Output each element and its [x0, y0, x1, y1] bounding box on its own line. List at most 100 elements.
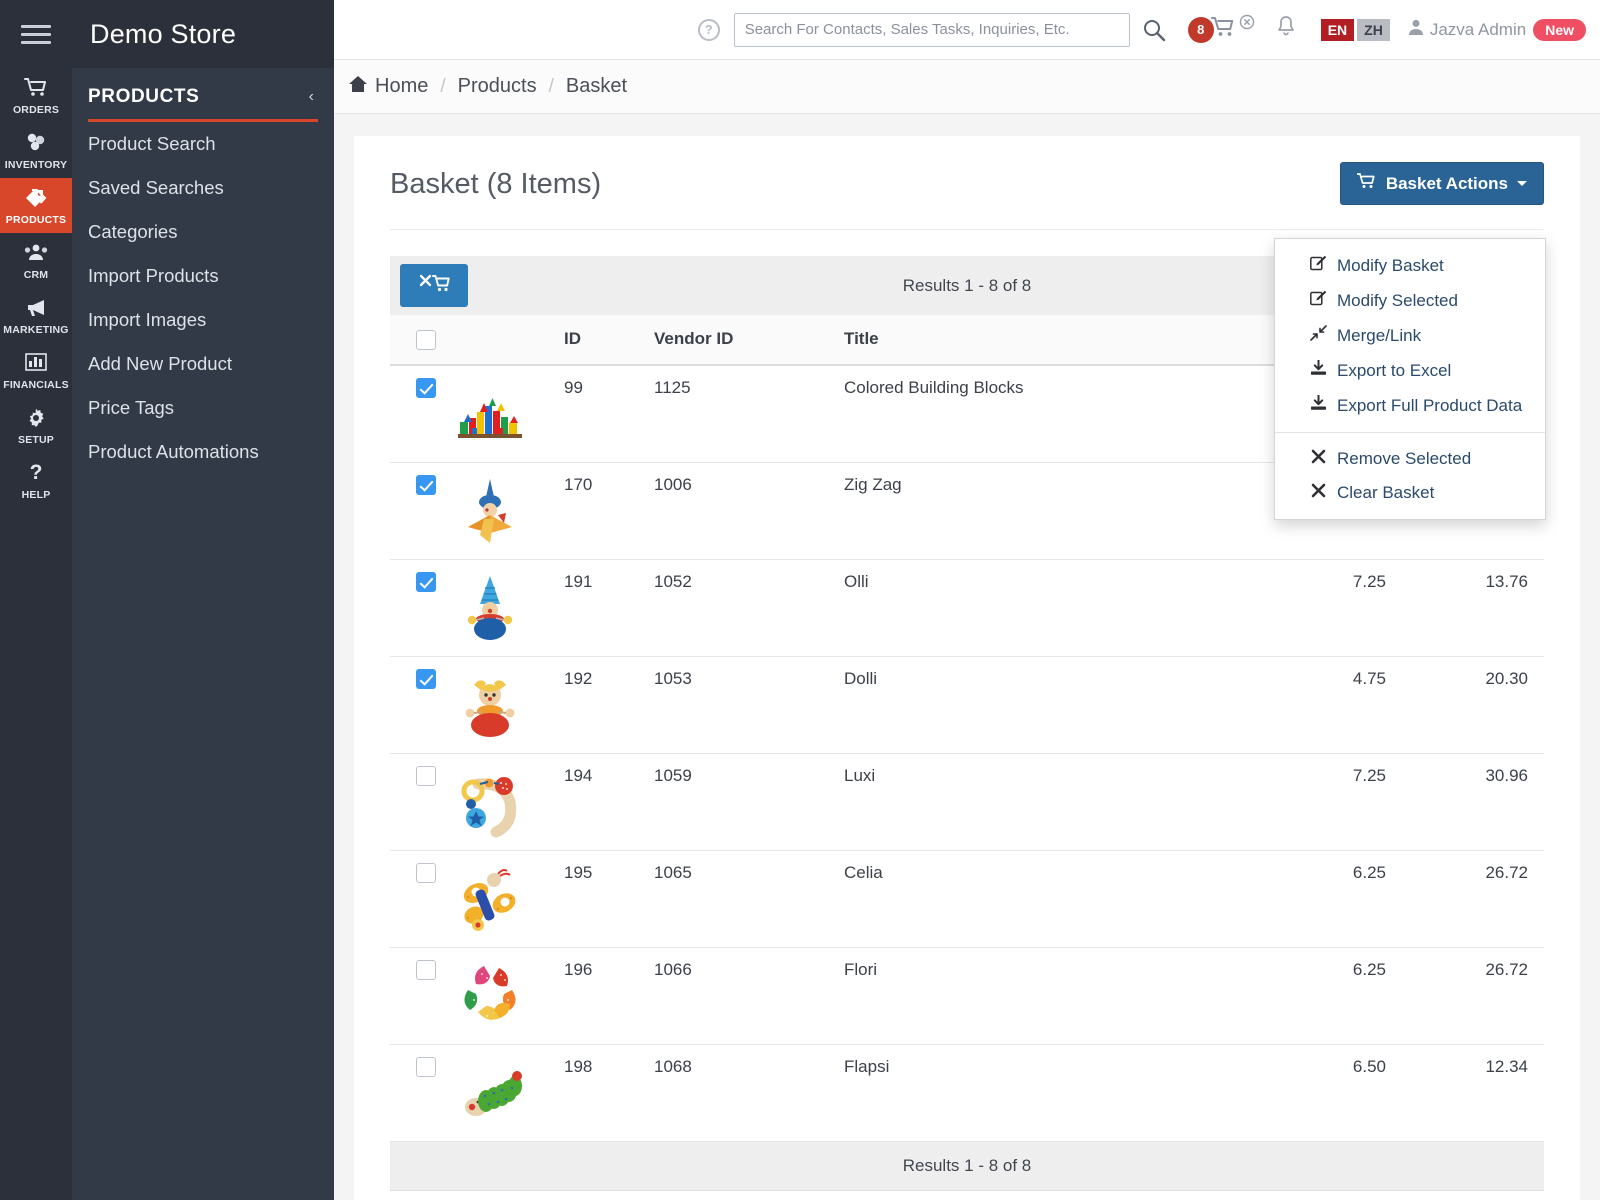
sidebar-item-add-new-product[interactable]: Add New Product: [72, 342, 334, 386]
download-icon: [1309, 395, 1327, 416]
download-icon: [1309, 360, 1327, 381]
row-vendor-id: 1125: [646, 365, 836, 463]
help-icon[interactable]: ?: [698, 19, 720, 41]
chevron-left-icon[interactable]: ‹: [305, 88, 318, 106]
sidebar-item-product-search[interactable]: Product Search: [72, 122, 334, 166]
rail-item-financials[interactable]: FINANCIALS: [0, 343, 72, 398]
breadcrumb-item-basket: Basket: [566, 75, 627, 98]
row-select-cell: [390, 656, 446, 753]
search-icon[interactable]: [1142, 18, 1166, 42]
menu-item-remove-selected[interactable]: Remove Selected: [1275, 442, 1545, 476]
close-x-icon: [1309, 449, 1327, 469]
menu-label: Clear Basket: [1337, 483, 1434, 503]
menu-item-export-full-product-data[interactable]: Export Full Product Data: [1275, 388, 1545, 423]
menu-item-export-to-excel[interactable]: Export to Excel: [1275, 353, 1545, 388]
row-total: 20.30: [1394, 656, 1544, 753]
breadcrumb-item-home[interactable]: Home: [348, 75, 428, 99]
row-checkbox[interactable]: [416, 1057, 436, 1077]
bar-chart-icon: [2, 352, 70, 376]
rail-item-marketing[interactable]: MARKETING: [0, 288, 72, 343]
row-image-cell: [446, 753, 556, 850]
row-title[interactable]: Luxi: [836, 753, 1254, 850]
row-select-cell: [390, 559, 446, 656]
row-id: 192: [556, 656, 646, 753]
rail-label-help: HELP: [2, 489, 70, 501]
row-title[interactable]: Dolli: [836, 656, 1254, 753]
row-checkbox[interactable]: [416, 572, 436, 592]
user-menu[interactable]: Jazva Admin New: [1407, 18, 1586, 41]
row-id: 170: [556, 462, 646, 559]
table-row: 1981068Flapsi6.5012.34: [390, 1044, 1544, 1141]
bell-icon[interactable]: [1275, 15, 1297, 44]
sidebar-item-saved-searches[interactable]: Saved Searches: [72, 166, 334, 210]
cancel-circle-icon[interactable]: [1239, 14, 1255, 33]
row-select-cell: [390, 462, 446, 559]
cart-button[interactable]: 8: [1188, 16, 1255, 44]
sidebar-item-import-images[interactable]: Import Images: [72, 298, 334, 342]
menu-item-modify-selected[interactable]: Modify Selected: [1275, 283, 1545, 318]
select-all-checkbox[interactable]: [416, 330, 436, 350]
rail-item-crm[interactable]: CRM: [0, 233, 72, 288]
shopping-cart-icon: [2, 77, 70, 101]
row-title[interactable]: Olli: [836, 559, 1254, 656]
sidebar-section-title: PRODUCTS: [88, 86, 199, 108]
menu-item-modify-basket[interactable]: Modify Basket: [1275, 248, 1545, 283]
row-checkbox[interactable]: [416, 475, 436, 495]
flori-flower-thumbnail: [454, 960, 548, 1032]
rail-label-inventory: INVENTORY: [2, 159, 70, 171]
home-icon: [348, 75, 368, 99]
rail-label-crm: CRM: [2, 269, 70, 281]
row-checkbox[interactable]: [416, 863, 436, 883]
sidebar-item-import-products[interactable]: Import Products: [72, 254, 334, 298]
row-title[interactable]: Flapsi: [836, 1044, 1254, 1141]
search-input[interactable]: [734, 13, 1130, 47]
sidebar-item-product-automations[interactable]: Product Automations: [72, 430, 334, 474]
row-price: 4.75: [1254, 656, 1394, 753]
row-image-cell: [446, 850, 556, 947]
row-title[interactable]: Flori: [836, 947, 1254, 1044]
row-select-cell: [390, 365, 446, 463]
menu-item-merge-link[interactable]: Merge/Link: [1275, 318, 1545, 353]
menu-item-clear-basket[interactable]: Clear Basket: [1275, 476, 1545, 510]
row-checkbox[interactable]: [416, 378, 436, 398]
breadcrumb-separator: /: [440, 76, 445, 98]
language-toggle-en[interactable]: EN: [1321, 19, 1354, 41]
breadcrumb: Home / Products / Basket: [334, 60, 1600, 114]
basket-actions-button[interactable]: Basket Actions: [1340, 162, 1544, 205]
row-checkbox[interactable]: [416, 766, 436, 786]
row-image-cell: [446, 1044, 556, 1141]
row-checkbox[interactable]: [416, 960, 436, 980]
zig-zag-toy-thumbnail: [454, 475, 548, 547]
column-id[interactable]: ID: [556, 315, 646, 365]
table-row: 1941059Luxi7.2530.96: [390, 753, 1544, 850]
remove-from-basket-button[interactable]: [400, 264, 468, 307]
rail-label-products: PRODUCTS: [2, 214, 70, 226]
rail-item-inventory[interactable]: INVENTORY: [0, 123, 72, 178]
row-vendor-id: 1066: [646, 947, 836, 1044]
hamburger-menu-button[interactable]: [0, 0, 72, 68]
row-title[interactable]: Celia: [836, 850, 1254, 947]
row-title[interactable]: Colored Building Blocks: [836, 365, 1254, 463]
row-id: 198: [556, 1044, 646, 1141]
breadcrumb-item-products[interactable]: Products: [458, 75, 537, 98]
rail-item-help[interactable]: ? HELP: [0, 453, 72, 508]
rail-item-orders[interactable]: ORDERS: [0, 68, 72, 123]
row-title[interactable]: Zig Zag: [836, 462, 1254, 559]
question-mark-icon: ?: [2, 462, 70, 486]
merge-arrows-icon: [1309, 325, 1327, 346]
table-row: 1951065Celia6.2526.72: [390, 850, 1544, 947]
rail-item-products[interactable]: PRODUCTS: [0, 178, 72, 233]
column-vendor-id[interactable]: Vendor ID: [646, 315, 836, 365]
row-image-cell: [446, 462, 556, 559]
language-toggle-zh[interactable]: ZH: [1357, 19, 1390, 41]
sidebar-item-price-tags[interactable]: Price Tags: [72, 386, 334, 430]
row-id: 194: [556, 753, 646, 850]
sidebar-item-categories[interactable]: Categories: [72, 210, 334, 254]
chevron-down-icon: [1517, 181, 1527, 186]
rail-item-setup[interactable]: SETUP: [0, 398, 72, 453]
column-title[interactable]: Title: [836, 315, 1254, 365]
row-checkbox[interactable]: [416, 669, 436, 689]
row-price: 6.25: [1254, 947, 1394, 1044]
user-avatar-icon: [1407, 18, 1425, 41]
menu-label: Merge/Link: [1337, 326, 1421, 346]
